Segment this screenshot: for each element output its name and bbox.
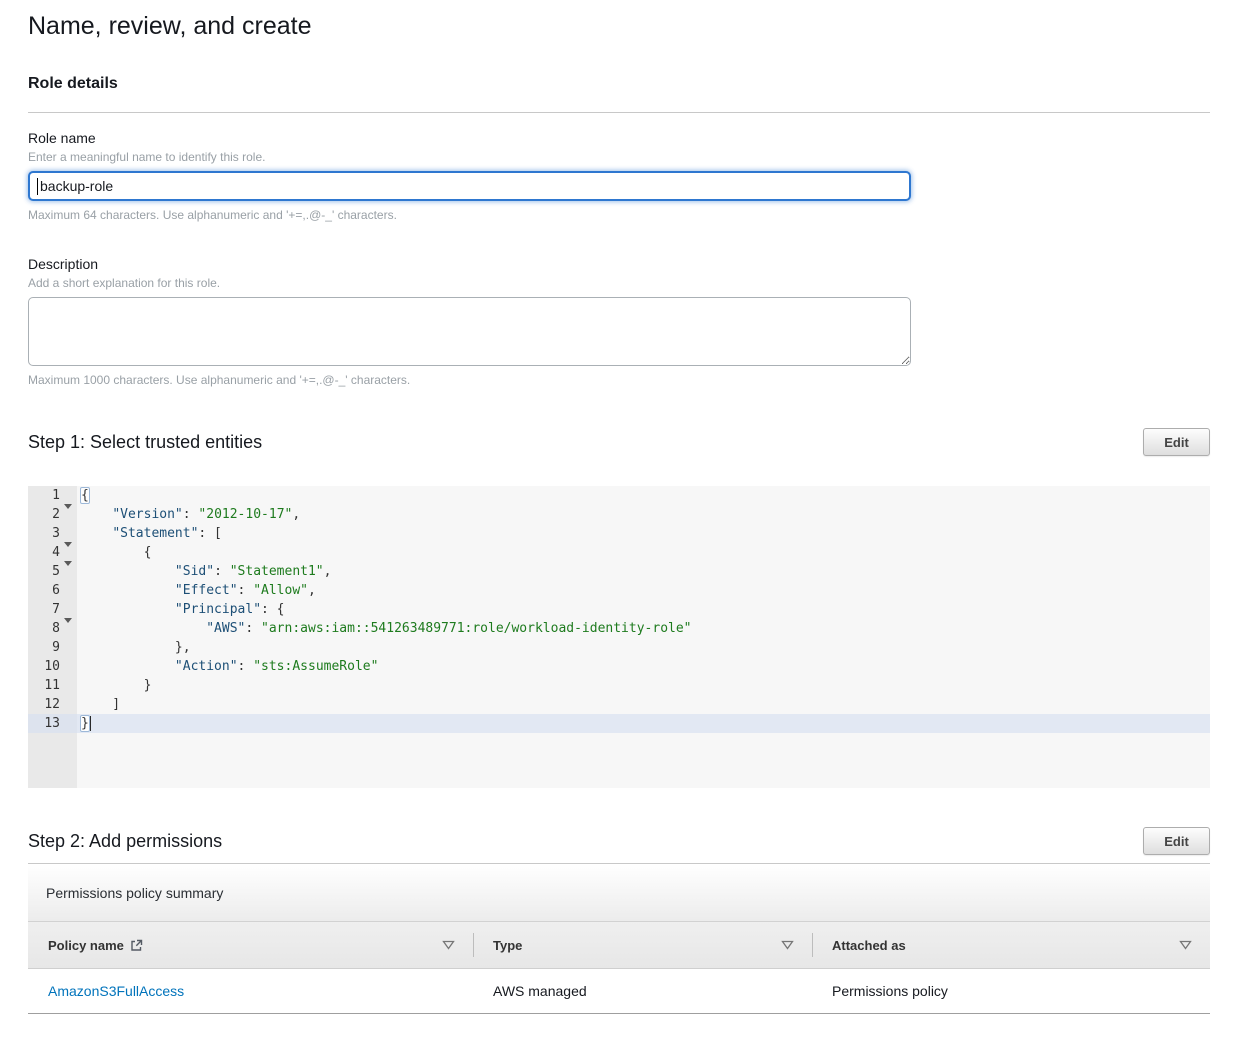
line-number: 7	[28, 600, 60, 619]
attached-as-cell: Permissions policy	[812, 983, 1210, 999]
editor-code-line: "Sid": "Statement1",	[77, 562, 1210, 581]
column-header-policy-name[interactable]: Policy name	[28, 922, 473, 968]
description-label: Description	[28, 256, 1210, 273]
step2-heading: Step 2: Add permissions	[28, 831, 222, 852]
description-constraint: Maximum 1000 characters. Use alphanumeri…	[28, 373, 1210, 387]
step1-header-row: Step 1: Select trusted entities Edit	[28, 428, 1210, 456]
step2-header-row: Step 2: Add permissions Edit	[28, 827, 1210, 855]
editor-line[interactable]: 8 "AWS": "arn:aws:iam::541263489771:role…	[28, 619, 1210, 638]
step1-edit-button[interactable]: Edit	[1143, 428, 1210, 456]
line-number: 4	[28, 543, 60, 562]
editor-gutter: 11	[28, 676, 77, 695]
editor-gutter: 7	[28, 600, 77, 619]
table-body: AmazonS3FullAccess AWS managedPermissions…	[28, 969, 1210, 1014]
editor-code-fill	[77, 733, 1210, 788]
editor-line[interactable]: 3 "Statement": [	[28, 524, 1210, 543]
text-cursor	[37, 178, 38, 195]
line-number: 11	[28, 676, 60, 695]
editor-gutter: 1	[28, 486, 77, 505]
editor-code-line: {	[77, 486, 1210, 505]
editor-empty-area	[28, 733, 1210, 788]
role-details-heading: Role details	[28, 75, 1210, 93]
editor-gutter: 3	[28, 524, 77, 543]
attached-as-header-label: Attached as	[832, 938, 906, 953]
filter-icon-type[interactable]	[781, 940, 794, 950]
table-row: AmazonS3FullAccess AWS managedPermissions…	[28, 969, 1210, 1014]
line-number: 5	[28, 562, 60, 581]
editor-code-line: "Action": "sts:AssumeRole"	[77, 657, 1210, 676]
editor-gutter: 10	[28, 657, 77, 676]
panel-title: Permissions policy summary	[46, 885, 223, 901]
description-field-block: Description Add a short explanation for …	[28, 256, 1210, 387]
editor-line[interactable]: 7 "Principal": {	[28, 600, 1210, 619]
role-name-description: Enter a meaningful name to identify this…	[28, 150, 1210, 164]
editor-line[interactable]: 9 },	[28, 638, 1210, 657]
editor-line[interactable]: 2 "Version": "2012-10-17",	[28, 505, 1210, 524]
editor-gutter-fill	[28, 733, 77, 788]
editor-gutter: 13	[28, 714, 77, 733]
editor-line[interactable]: 10 "Action": "sts:AssumeRole"	[28, 657, 1210, 676]
column-header-type[interactable]: Type	[473, 922, 812, 968]
editor-code-line: "Principal": {	[77, 600, 1210, 619]
policy-name-link[interactable]: AmazonS3FullAccess	[48, 983, 184, 999]
panel-header: Permissions policy summary	[28, 864, 1210, 921]
editor-gutter: 6	[28, 581, 77, 600]
step1-heading: Step 1: Select trusted entities	[28, 432, 262, 453]
page-title: Name, review, and create	[28, 10, 1210, 41]
line-number: 3	[28, 524, 60, 543]
name-review-create-page: Name, review, and create Role details Ro…	[0, 0, 1242, 1014]
step2-edit-button[interactable]: Edit	[1143, 827, 1210, 855]
editor-code-line: "Effect": "Allow",	[77, 581, 1210, 600]
editor-code-line: },	[77, 638, 1210, 657]
editor-line[interactable]: 1{	[28, 486, 1210, 505]
editor-line[interactable]: 4 {	[28, 543, 1210, 562]
editor-line[interactable]: 5 "Sid": "Statement1",	[28, 562, 1210, 581]
editor-lines: 1{2 "Version": "2012-10-17",3 "Statement…	[28, 486, 1210, 733]
filter-icon-attached-as[interactable]	[1179, 940, 1192, 950]
editor-cursor	[90, 716, 91, 731]
role-name-field: Role name Enter a meaningful name to ide…	[28, 130, 1210, 222]
editor-gutter: 12	[28, 695, 77, 714]
description-description: Add a short explanation for this role.	[28, 276, 1210, 290]
editor-code-line: {	[77, 543, 1210, 562]
policy-type-cell: AWS managed	[473, 983, 812, 999]
editor-line[interactable]: 6 "Effect": "Allow",	[28, 581, 1210, 600]
editor-line[interactable]: 13}	[28, 714, 1210, 733]
editor-code-line: "AWS": "arn:aws:iam::541263489771:role/w…	[77, 619, 1210, 638]
editor-line[interactable]: 12 ]	[28, 695, 1210, 714]
line-number: 2	[28, 505, 60, 524]
editor-code-line: }	[77, 676, 1210, 695]
filter-icon-policy-name[interactable]	[442, 940, 455, 950]
line-number: 1	[28, 486, 60, 505]
section-divider	[28, 112, 1210, 113]
trust-policy-editor[interactable]: 1{2 "Version": "2012-10-17",3 "Statement…	[28, 486, 1210, 788]
line-number: 8	[28, 619, 60, 638]
editor-code-line: "Statement": [	[77, 524, 1210, 543]
line-number: 10	[28, 657, 60, 676]
policy-name-header-label: Policy name	[48, 938, 124, 953]
editor-code-line: ]	[77, 695, 1210, 714]
column-header-attached-as[interactable]: Attached as	[812, 922, 1210, 968]
role-name-label: Role name	[28, 130, 1210, 147]
line-number: 13	[28, 714, 60, 733]
line-number: 12	[28, 695, 60, 714]
external-link-icon	[130, 939, 143, 952]
description-textarea[interactable]	[28, 297, 911, 366]
editor-code-line: }	[77, 714, 1210, 733]
editor-line[interactable]: 11 }	[28, 676, 1210, 695]
editor-code-line: "Version": "2012-10-17",	[77, 505, 1210, 524]
table-header-row: Policy name Type	[28, 921, 1210, 969]
permissions-summary-panel: Permissions policy summary Policy name	[28, 864, 1210, 1014]
role-name-input[interactable]	[28, 171, 911, 201]
line-number: 6	[28, 581, 60, 600]
editor-gutter: 9	[28, 638, 77, 657]
type-header-label: Type	[493, 938, 522, 953]
role-name-constraint: Maximum 64 characters. Use alphanumeric …	[28, 208, 1210, 222]
line-number: 9	[28, 638, 60, 657]
